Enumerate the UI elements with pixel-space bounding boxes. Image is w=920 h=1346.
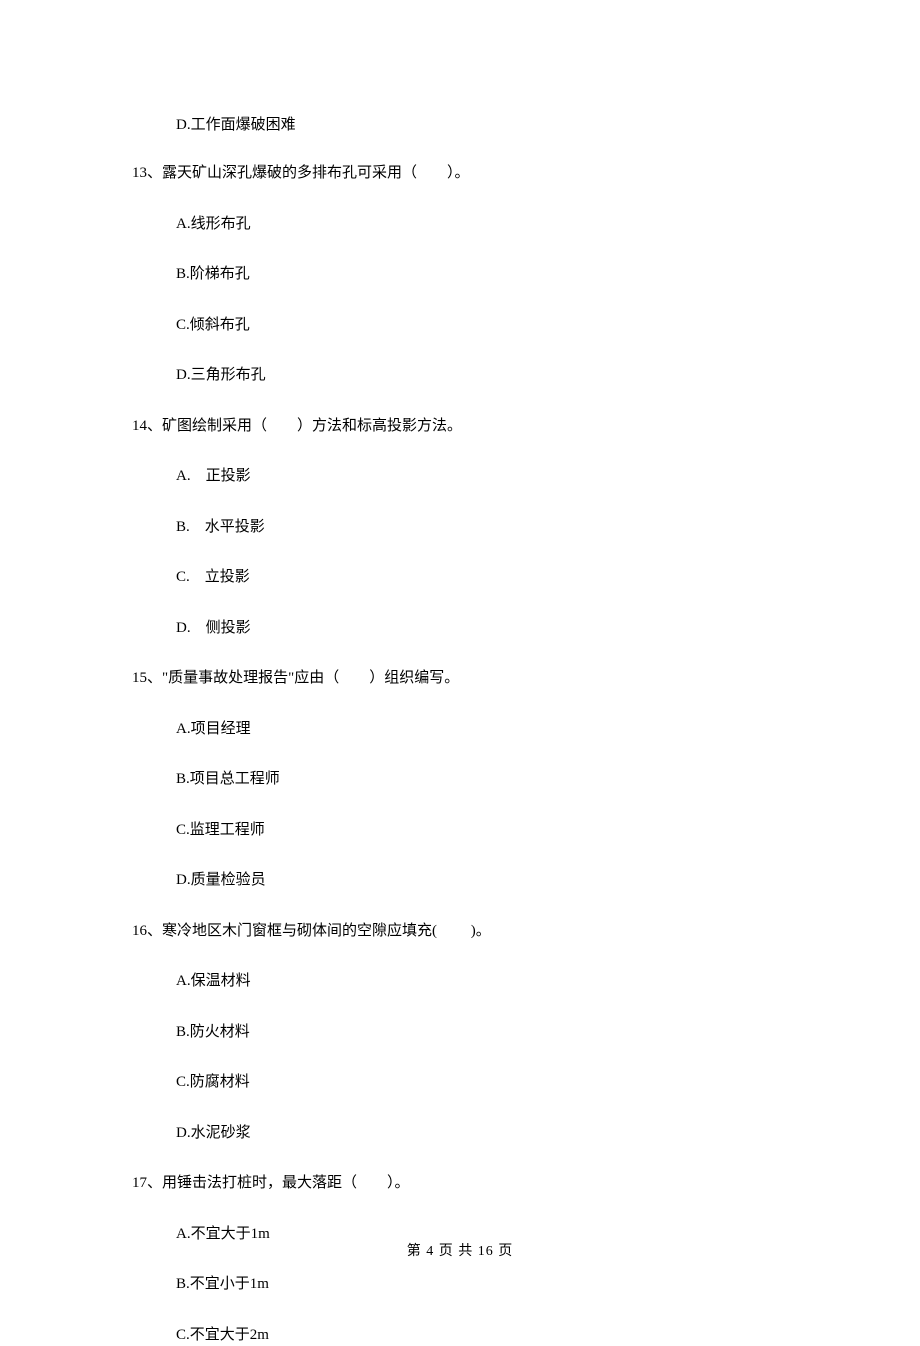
question-text: 13、露天矿山深孔爆破的多排布孔可采用（ ）。: [132, 162, 788, 185]
option-text: B.不宜小于1m: [132, 1273, 788, 1296]
option-text: A. 正投影: [132, 465, 788, 488]
option-text: C.不宜大于2m: [132, 1324, 788, 1346]
option-text: D. 侧投影: [132, 617, 788, 640]
option-text: D.水泥砂浆: [132, 1122, 788, 1145]
option-text: D.工作面爆破困难: [132, 113, 788, 134]
question-text: 14、矿图绘制采用（ ）方法和标高投影方法。: [132, 415, 788, 438]
option-text: D.三角形布孔: [132, 364, 788, 387]
option-text: B. 水平投影: [132, 516, 788, 539]
document-content: D.工作面爆破困难 13、露天矿山深孔爆破的多排布孔可采用（ ）。 A.线形布孔…: [0, 0, 920, 1346]
option-text: D.质量检验员: [132, 869, 788, 892]
option-text: C.防腐材料: [132, 1071, 788, 1094]
question-text: 16、寒冷地区木门窗框与砌体间的空隙应填充( )。: [132, 920, 788, 943]
option-text: C.监理工程师: [132, 819, 788, 842]
question-text: 17、用锤击法打桩时，最大落距（ ）。: [132, 1172, 788, 1195]
option-text: B.项目总工程师: [132, 768, 788, 791]
option-text: A.项目经理: [132, 718, 788, 741]
question-text: 15、"质量事故处理报告"应由（ ）组织编写。: [132, 667, 788, 690]
option-text: C.倾斜布孔: [132, 314, 788, 337]
option-text: A.线形布孔: [132, 213, 788, 236]
option-text: C. 立投影: [132, 566, 788, 589]
option-text: A.保温材料: [132, 970, 788, 993]
option-text: B.阶梯布孔: [132, 263, 788, 286]
page-footer: 第 4 页 共 16 页: [0, 1240, 920, 1260]
option-text: B.防火材料: [132, 1021, 788, 1044]
